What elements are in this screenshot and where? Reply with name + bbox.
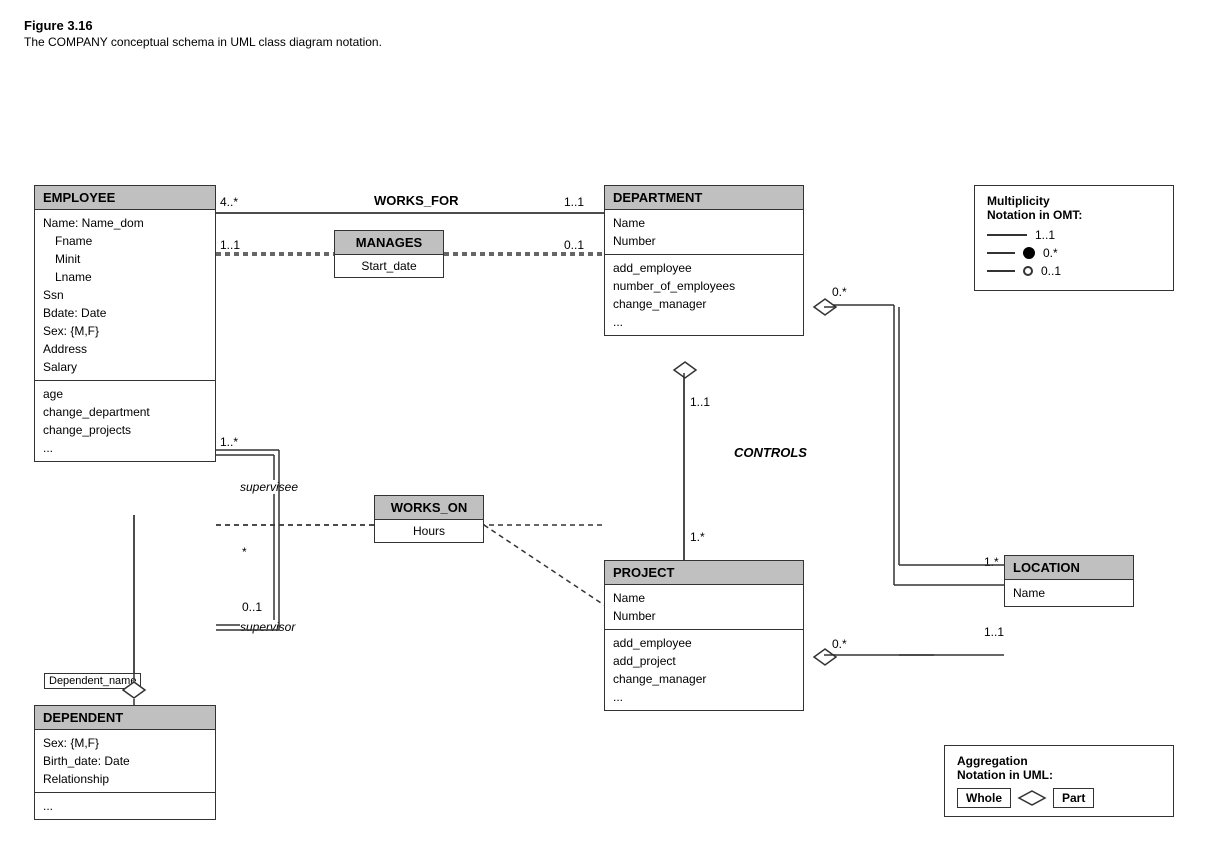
dep2-method-dots: ...	[43, 797, 207, 815]
agg-part-box: Part	[1053, 788, 1094, 808]
attr-bdate: Bdate: Date	[43, 304, 207, 322]
agg-row: Whole Part	[957, 788, 1161, 808]
dep-attr-number: Number	[613, 232, 795, 250]
dep-method-add-emp: add_employee	[613, 259, 795, 277]
mult-loc-proj-star: 1.*	[984, 555, 999, 569]
emp-dep-diamond	[121, 680, 147, 700]
works-on-box: WORKS_ON Hours	[374, 495, 484, 543]
dep-loc-diamond	[812, 297, 838, 317]
department-attributes: Name Number	[605, 210, 803, 255]
figure-title: Figure 3.16	[24, 18, 1182, 33]
notation-label-0-1: 0..1	[1041, 264, 1061, 278]
mult-supervises-zero: 0..1	[242, 600, 262, 614]
works-on-header: WORKS_ON	[375, 496, 483, 520]
proj-method-dots: ...	[613, 688, 795, 706]
employee-class: EMPLOYEE Name: Name_dom Fname Minit Lnam…	[34, 185, 216, 462]
mult-works-for-emp: 4..*	[220, 195, 238, 209]
attr-name: Name: Name_dom	[43, 214, 207, 232]
method-change-dept: change_department	[43, 403, 207, 421]
mult-manages-emp: 1..1	[220, 238, 240, 252]
notation-filled-dot	[1023, 247, 1035, 259]
proj-method-chg-mgr: change_manager	[613, 670, 795, 688]
loc-attr-name: Name	[1013, 584, 1125, 602]
location-attributes: Name	[1005, 580, 1133, 606]
proj-attr-number: Number	[613, 607, 795, 625]
controls-label: CONTROLS	[734, 445, 807, 460]
location-header: LOCATION	[1005, 556, 1133, 580]
dep-method-chg-mgr: change_manager	[613, 295, 795, 313]
notation-row-1-1: 1..1	[987, 228, 1161, 242]
diagram-area: EMPLOYEE Name: Name_dom Fname Minit Lnam…	[24, 65, 1184, 845]
project-header: PROJECT	[605, 561, 803, 585]
attr-minit: Minit	[43, 250, 207, 268]
dependent-methods: ...	[35, 793, 215, 819]
agg-title: Aggregation Notation in UML:	[957, 754, 1161, 782]
notation-line-dot	[987, 252, 1015, 254]
mult-manages-dep: 0..1	[564, 238, 584, 252]
attr-salary: Salary	[43, 358, 207, 376]
dependent-header: DEPENDENT	[35, 706, 215, 730]
mult-supervises-star: *	[242, 545, 247, 559]
works-for-label: WORKS_FOR	[374, 193, 459, 208]
employee-attributes: Name: Name_dom Fname Minit Lname Ssn Bda…	[35, 210, 215, 381]
dep-method-dots: ...	[613, 313, 795, 331]
notation-label-1-1: 1..1	[1035, 228, 1055, 242]
multiplicity-notation-box: Multiplicity Notation in OMT: 1..1 0.*	[974, 185, 1174, 291]
dependent-class: DEPENDENT Sex: {M,F} Birth_date: Date Re…	[34, 705, 216, 820]
works-on-section: Hours	[375, 520, 483, 542]
page-container: Figure 3.16 The COMPANY conceptual schem…	[0, 0, 1206, 862]
proj-method-add-emp: add_employee	[613, 634, 795, 652]
manages-box: MANAGES Start_date	[334, 230, 444, 278]
notation-row-0-1: 0..1	[987, 264, 1161, 278]
employee-methods: age change_department change_projects ..…	[35, 381, 215, 461]
notation-label-0-star: 0.*	[1043, 246, 1058, 260]
dep-method-num-emp: number_of_employees	[613, 277, 795, 295]
attr-lname: Lname	[43, 268, 207, 286]
aggregation-notation-box: Aggregation Notation in UML: Whole Part	[944, 745, 1174, 817]
location-class: LOCATION Name	[1004, 555, 1134, 607]
project-class: PROJECT Name Number add_employee add_pro…	[604, 560, 804, 711]
manages-section: Start_date	[335, 255, 443, 277]
agg-diamond-svg	[1017, 789, 1047, 807]
agg-whole-box: Whole	[957, 788, 1011, 808]
employee-header: EMPLOYEE	[35, 186, 215, 210]
project-attributes: Name Number	[605, 585, 803, 630]
notation-open-circle	[1023, 266, 1033, 276]
dep2-attr-rel: Relationship	[43, 770, 207, 788]
proj-attr-name: Name	[613, 589, 795, 607]
dep2-attr-sex: Sex: {M,F}	[43, 734, 207, 752]
manages-header: MANAGES	[335, 231, 443, 255]
attr-fname: Fname	[43, 232, 207, 250]
dep-proj-diamond	[672, 360, 698, 380]
mult-supervises-many: 1..*	[220, 435, 238, 449]
mult-loc-dep: 1..1	[984, 625, 1004, 639]
notation-line-circle	[987, 270, 1015, 272]
dep-attr-name: Name	[613, 214, 795, 232]
notation-title1: Multiplicity Notation in OMT:	[987, 194, 1161, 222]
department-header: DEPARTMENT	[605, 186, 803, 210]
attr-ssn: Ssn	[43, 286, 207, 304]
project-methods: add_employee add_project change_manager …	[605, 630, 803, 710]
supervisee-label: supervisee	[240, 480, 298, 494]
supervisor-label: supervisor	[240, 620, 295, 634]
attr-sex: Sex: {M,F}	[43, 322, 207, 340]
department-methods: add_employee number_of_employees change_…	[605, 255, 803, 335]
dep2-attr-bdate: Birth_date: Date	[43, 752, 207, 770]
mult-proj-star: 1.*	[690, 530, 705, 544]
notation-row-0-star: 0.*	[987, 246, 1161, 260]
dependent-attributes: Sex: {M,F} Birth_date: Date Relationship	[35, 730, 215, 793]
mult-works-for-dep: 1..1	[564, 195, 584, 209]
figure-caption: The COMPANY conceptual schema in UML cla…	[24, 35, 1182, 49]
method-age: age	[43, 385, 207, 403]
department-class: DEPARTMENT Name Number add_employee numb…	[604, 185, 804, 336]
notation-line-solid	[987, 234, 1027, 236]
method-dots: ...	[43, 439, 207, 457]
mult-dep-controls-proj: 1..1	[690, 395, 710, 409]
proj-method-add-proj: add_project	[613, 652, 795, 670]
proj-loc-diamond	[812, 647, 838, 667]
method-change-proj: change_projects	[43, 421, 207, 439]
attr-address: Address	[43, 340, 207, 358]
